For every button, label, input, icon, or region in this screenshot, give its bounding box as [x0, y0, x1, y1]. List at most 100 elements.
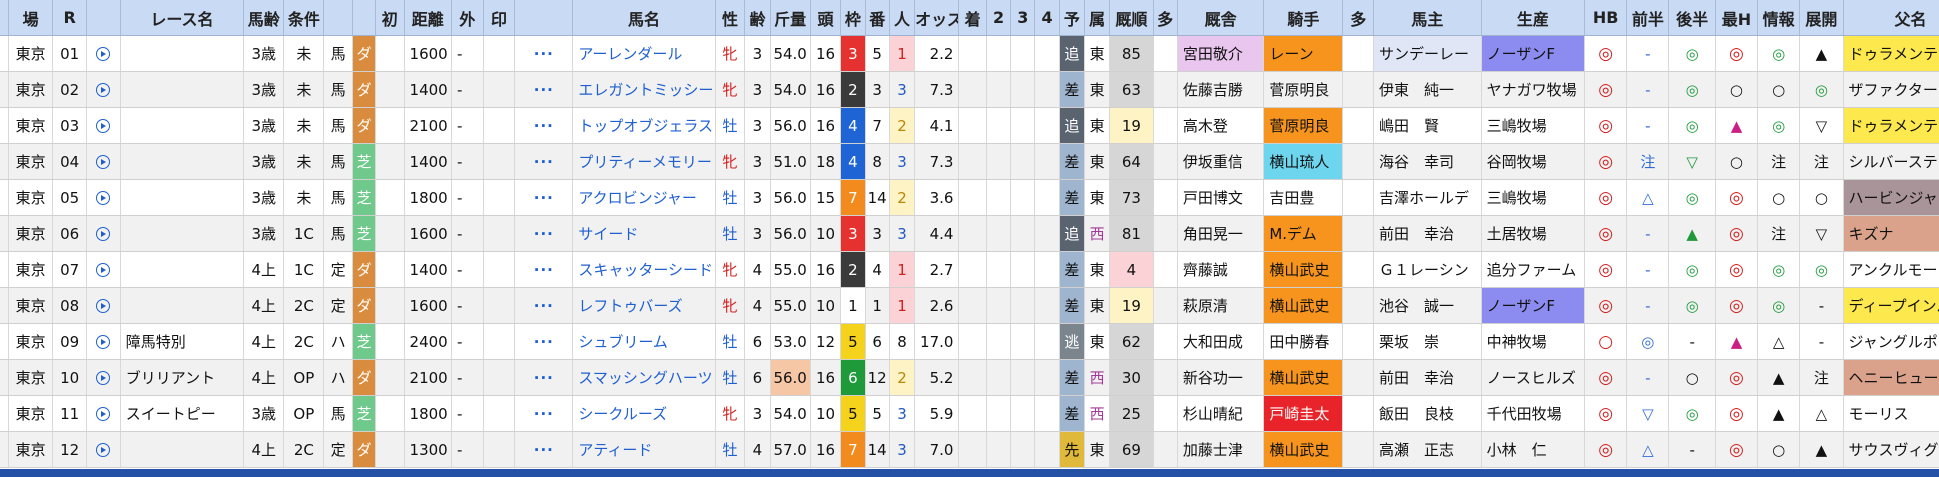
cell-mark[interactable]: [483, 431, 516, 468]
col-header-rate[interactable]: 厩順: [1109, 0, 1154, 36]
cell-menu[interactable]: ···: [514, 179, 574, 216]
more-options-icon[interactable]: ···: [534, 441, 554, 459]
more-options-icon[interactable]: ···: [534, 369, 554, 387]
cell-horse-name[interactable]: スマッシングハーツ: [572, 359, 716, 396]
play-video-icon[interactable]: [96, 299, 111, 313]
cell-owner[interactable]: 池谷 誠一: [1373, 287, 1482, 324]
cell-horse-name[interactable]: アクロビンジャー: [572, 179, 716, 216]
cell-video[interactable]: [86, 395, 121, 432]
bottom-scroll-bar[interactable]: [0, 469, 1939, 477]
col-header-waku[interactable]: 枠: [840, 0, 866, 36]
col-header-first[interactable]: 初: [375, 0, 405, 36]
cell-video[interactable]: [86, 215, 121, 252]
more-options-icon[interactable]: ···: [534, 153, 554, 171]
cell-breeder[interactable]: ノーザンF: [1481, 35, 1586, 72]
col-header-yoso[interactable]: 予: [1059, 0, 1085, 36]
cell-kyusha[interactable]: 宮田敬介: [1177, 35, 1265, 72]
col-header-age[interactable]: 馬齢: [243, 0, 285, 36]
cell-jockey[interactable]: 横山武史: [1263, 287, 1344, 324]
cell-owner[interactable]: 嶋田 賢: [1373, 107, 1482, 144]
cell-jockey[interactable]: 横山武史: [1263, 251, 1344, 288]
table-row[interactable]: 東京 05 3歳未馬芝 1800- ··· アクロビンジャー 牡 3 56.0 15 7 14 2 3.6…: [0, 179, 1939, 216]
cell-breeder[interactable]: 三嶋牧場: [1481, 107, 1586, 144]
cell-sire[interactable]: ヘニーヒューズ: [1843, 359, 1939, 396]
col-header-joho[interactable]: 情報: [1757, 0, 1801, 36]
cell-kyusha[interactable]: 大和田成: [1177, 323, 1265, 360]
table-row[interactable]: 東京 08 4上 2C 定ダ 1600- ··· レフトゥバーズ牝 4 55.0 10 1 1 1 2.6 差…: [0, 287, 1939, 324]
play-video-icon[interactable]: [96, 227, 111, 241]
more-options-icon[interactable]: ···: [534, 189, 554, 207]
cell-breeder[interactable]: ノースヒルズ: [1481, 359, 1586, 396]
cell-horse-name[interactable]: エレガントミッシー: [572, 71, 716, 108]
col-header-4[interactable]: 4: [1034, 0, 1060, 36]
cell-jockey[interactable]: 横山琉人: [1263, 143, 1344, 180]
cell-owner[interactable]: 栗坂 崇: [1373, 323, 1482, 360]
cell-breeder[interactable]: 千代田牧場: [1481, 395, 1586, 432]
cell-mark[interactable]: [483, 179, 516, 216]
cell-video[interactable]: [86, 143, 121, 180]
cell-breeder[interactable]: 小林 仁: [1481, 431, 1586, 468]
cell-jockey[interactable]: 田中勝春: [1263, 323, 1344, 360]
cell-sire[interactable]: アンクルモー: [1843, 251, 1939, 288]
cell-sire[interactable]: モーリス: [1843, 395, 1939, 432]
cell-mark[interactable]: [483, 107, 516, 144]
cell-horse-name[interactable]: シュブリーム: [572, 323, 716, 360]
cell-sire[interactable]: ジャングルポケット: [1843, 323, 1939, 360]
cell-video[interactable]: [86, 35, 121, 72]
table-row[interactable]: 東京 07 4上 1C 定ダ 1400- ··· スキャッターシード牝 4 55.0 16 2 4 1 2.…: [0, 251, 1939, 288]
cell-breeder[interactable]: 中神牧場: [1481, 323, 1586, 360]
cell-breeder[interactable]: ノーザンF: [1481, 287, 1586, 324]
col-header-hb[interactable]: HB: [1584, 0, 1628, 36]
cell-mark[interactable]: [483, 323, 516, 360]
cell-menu[interactable]: ···: [514, 431, 574, 468]
table-row[interactable]: 東京 11 スイートピー 3歳 OP 馬芝 1800- ··· シークルーズ牝 3 54.0 10 5 5…: [0, 395, 1939, 432]
cell-video[interactable]: [86, 287, 121, 324]
cell-menu[interactable]: ···: [514, 287, 574, 324]
cell-menu[interactable]: ···: [514, 323, 574, 360]
cell-menu[interactable]: ···: [514, 71, 574, 108]
cell-breeder[interactable]: 谷岡牧場: [1481, 143, 1586, 180]
play-video-icon[interactable]: [96, 407, 111, 421]
cell-kyusha[interactable]: 佐藤吉勝: [1177, 71, 1265, 108]
col-header-multi[interactable]: 多: [1153, 0, 1178, 36]
col-header-horse-name[interactable]: 馬名: [572, 0, 716, 36]
table-row[interactable]: 東京 09 障馬特別 4上 2C ハ芝 2400- ··· シュブリーム牡 6 53.0 12 5 6 8 1…: [0, 323, 1939, 360]
cell-owner[interactable]: 飯田 良枝: [1373, 395, 1482, 432]
col-header-race-name[interactable]: レース名: [120, 0, 245, 36]
cell-owner[interactable]: 前田 幸治: [1373, 215, 1482, 252]
cell-video[interactable]: [86, 359, 121, 396]
cell-menu[interactable]: ···: [514, 251, 574, 288]
cell-sire[interactable]: ハービンジャー: [1843, 179, 1939, 216]
col-header-tenkai[interactable]: 展開: [1799, 0, 1844, 36]
play-video-icon[interactable]: [96, 335, 111, 349]
cell-owner[interactable]: 吉澤ホールデ: [1373, 179, 1482, 216]
col-header-kou[interactable]: 後半: [1668, 0, 1716, 36]
cell-kyusha[interactable]: 戸田博文: [1177, 179, 1265, 216]
cell-sire[interactable]: ディープインパクト: [1843, 287, 1939, 324]
cell-owner[interactable]: Ｇ１レーシン: [1373, 251, 1482, 288]
cell-menu[interactable]: ···: [514, 395, 574, 432]
table-row[interactable]: 東京 01 3歳未馬ダ 1600- ··· アーレンダール牝 3 54.0 16 3 5 1 2.2 追東…: [0, 35, 1939, 72]
cell-jockey[interactable]: 戸崎圭太: [1263, 395, 1344, 432]
cell-menu[interactable]: ···: [514, 215, 574, 252]
cell-video[interactable]: [86, 179, 121, 216]
col-header-kinryo[interactable]: 斤量: [770, 0, 811, 36]
col-header-multi2[interactable]: 多: [1342, 0, 1375, 36]
cell-menu[interactable]: ···: [514, 107, 574, 144]
cell-jockey[interactable]: M.デム: [1263, 215, 1344, 252]
cell-kyusha[interactable]: 加藤士津: [1177, 431, 1265, 468]
play-video-icon[interactable]: [96, 443, 111, 457]
cell-kyusha[interactable]: 高木登: [1177, 107, 1265, 144]
cell-horse-name[interactable]: プリティーメモリー: [572, 143, 716, 180]
more-options-icon[interactable]: ···: [534, 117, 554, 135]
more-options-icon[interactable]: ···: [534, 333, 554, 351]
col-header-zoku[interactable]: 属: [1084, 0, 1111, 36]
cell-owner[interactable]: 伊東 純一: [1373, 71, 1482, 108]
col-header-sex[interactable]: 性: [715, 0, 746, 36]
cell-breeder[interactable]: 三嶋牧場: [1481, 179, 1586, 216]
cell-sire[interactable]: ザファクター: [1843, 71, 1939, 108]
col-header-jockey[interactable]: 騎手: [1263, 0, 1344, 36]
cell-jockey[interactable]: 菅原明良: [1263, 107, 1344, 144]
cell-breeder[interactable]: 土居牧場: [1481, 215, 1586, 252]
cell-mark[interactable]: [483, 215, 516, 252]
